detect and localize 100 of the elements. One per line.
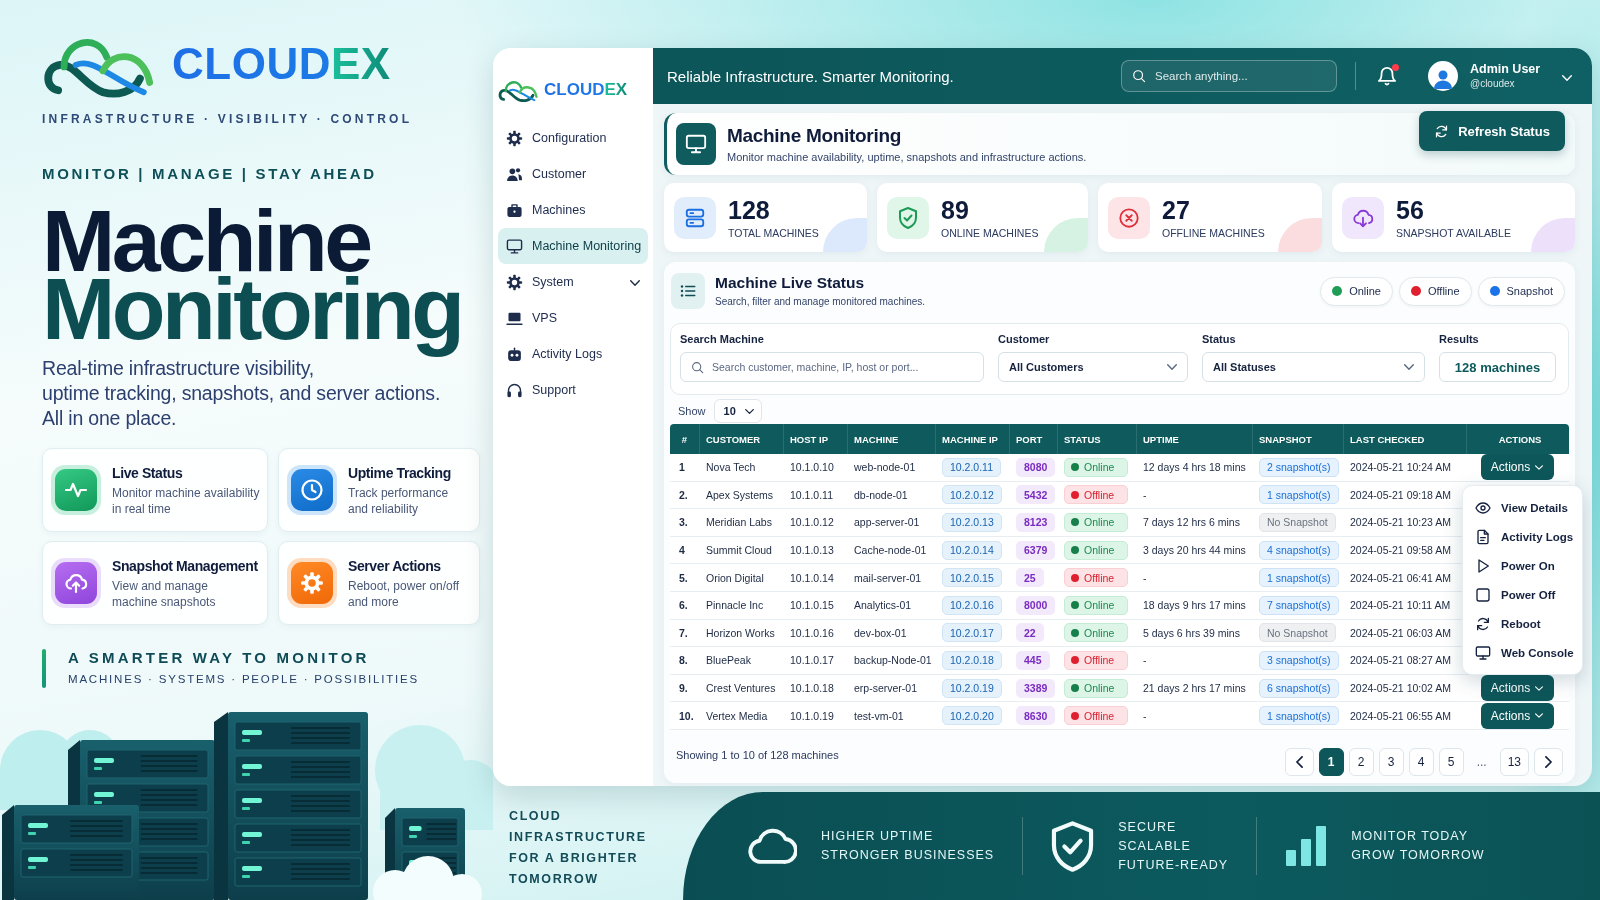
menu-item[interactable]: View Details (1463, 493, 1582, 522)
menu-item[interactable]: Reboot (1463, 609, 1582, 638)
menu-item[interactable]: Activity Logs (1463, 522, 1582, 551)
status-text: Online (1084, 599, 1115, 612)
page-button[interactable]: 3 (1378, 747, 1404, 776)
nav-item[interactable]: Machine Monitoring (498, 228, 648, 264)
header-tagline: Reliable Infrastructure. Smarter Monitoring. (667, 67, 954, 85)
snapshot-tag: 2 snapshot(s) (1259, 457, 1339, 477)
search-field[interactable]: Search customer, machine, IP, host or port... (680, 352, 984, 382)
previous-page-button[interactable] (1284, 747, 1314, 776)
user-handle: @cloudex (1470, 77, 1515, 90)
page-button[interactable]: 13 (1499, 747, 1529, 776)
people-icon (506, 165, 523, 183)
page-title: Machine Monitoring (727, 124, 902, 147)
page-size-dropdown[interactable]: 10 (713, 399, 762, 423)
square-icon (1475, 586, 1491, 603)
table-cell-text: 10.1.0.16 (789, 625, 835, 641)
band-text: SECURE SCALABLE FUTURE-READY (1118, 818, 1229, 874)
port-tag: 8000 (1016, 595, 1056, 615)
status-dot-icon (1071, 573, 1079, 582)
column-header: ACTIONS (1497, 432, 1543, 447)
status-text: Online (1084, 461, 1115, 474)
robot-icon (506, 345, 523, 363)
table-cell-text: - (1142, 708, 1148, 724)
nav-item[interactable]: VPS (498, 300, 648, 336)
table-cell-text: 8. (678, 653, 689, 669)
ip-address-tag: 10.2.0.11 (942, 457, 1001, 477)
ip-address-tag: 10.2.0.13 (942, 513, 1002, 532)
page-button[interactable]: 5 (1438, 747, 1464, 776)
chevron-down-icon (1562, 75, 1572, 81)
status-text: Offline (1084, 654, 1115, 667)
port-tag: 22 (1016, 623, 1044, 643)
table-cell-text: 2024-05-21 06:41 AM (1349, 570, 1452, 586)
actions-button[interactable]: Actions (1480, 675, 1554, 702)
gear-icon (287, 558, 337, 608)
table-cell-text: 5. (678, 570, 689, 586)
monitor-icon (1475, 644, 1491, 661)
ip-address-tag: 10.2.0.15 (942, 568, 1002, 588)
snapshot-tag: 1 snapshot(s) (1259, 706, 1339, 726)
table-cell-text: 10. (678, 708, 695, 724)
brand-tagline: INFRASTRUCTURE · VISIBILITY · CONTROL (42, 112, 413, 126)
nav-item[interactable]: Activity Logs (498, 336, 648, 372)
table-cell-text: 10.1.0.18 (789, 681, 835, 697)
actions-button[interactable]: Actions (1480, 702, 1554, 729)
filter-label: Status (1202, 332, 1236, 346)
ip-address-tag: 10.2.0.14 (942, 540, 1002, 560)
menu-item[interactable]: Power On (1463, 551, 1582, 580)
refresh-status-button[interactable]: Refresh Status (1419, 111, 1565, 151)
menu-item[interactable]: Power Off (1463, 580, 1582, 609)
status-text: Online (1084, 516, 1115, 529)
bell-icon[interactable] (1378, 66, 1396, 86)
stat-label: ONLINE MACHINES (941, 226, 1039, 240)
status-dot-icon (1071, 518, 1079, 527)
status-dot-icon (1071, 546, 1079, 555)
section-subtitle: MACHINES · SYSTEMS · PEOPLE · POSSIBILITIES (68, 672, 419, 686)
chevron-down-icon (1535, 685, 1544, 691)
table-cell-text: test-vm-01 (853, 708, 905, 724)
cloud-upload-icon (51, 558, 101, 608)
cloud-download-icon (1342, 196, 1384, 239)
customer-dropdown[interactable]: All Customers (998, 352, 1188, 382)
nav-item[interactable]: System (498, 264, 648, 300)
port-tag: 3389 (1016, 678, 1056, 698)
nav-item[interactable]: Machines (498, 192, 648, 228)
search-icon (1132, 69, 1146, 83)
user-avatar-icon[interactable] (1428, 61, 1458, 91)
next-page-button[interactable] (1534, 747, 1563, 776)
clock-icon (287, 465, 337, 515)
nav-item[interactable]: Customer (498, 156, 648, 192)
status-dot-icon (1071, 711, 1079, 720)
page-button[interactable]: 4 (1408, 747, 1434, 776)
table-cell-text: 10.1.0.11 (789, 487, 834, 503)
nav-item[interactable]: Configuration (498, 120, 648, 156)
actions-button[interactable]: Actions (1480, 454, 1554, 481)
table-cell-text: 2024-05-21 08:27 AM (1349, 653, 1452, 669)
page-button[interactable]: 1 (1318, 747, 1344, 776)
ip-address-tag: 10.2.0.12 (942, 485, 1002, 505)
feature-description: Reboot, power on/off and more (348, 577, 460, 610)
nav-item[interactable]: Support (498, 372, 648, 408)
page-button[interactable]: 2 (1348, 747, 1374, 776)
table-cell-text: Orion Digital (705, 570, 765, 586)
corner-decoration (1278, 218, 1322, 252)
results-count: 128 machines (1439, 352, 1556, 382)
ip-address-tag: 10.2.0.20 (942, 706, 1002, 726)
gear-icon (506, 129, 523, 147)
port-tag: 25 (1016, 568, 1044, 588)
status-dot-icon (1071, 601, 1079, 610)
snapshot-tag: No Snapshot (1259, 623, 1336, 643)
table-cell-text: 12 days 4 hrs 18 mins (1142, 460, 1247, 476)
table-cell-text: Cache-node-01 (853, 543, 928, 559)
table-cell-text: 21 days 2 hrs 17 mins (1142, 681, 1247, 697)
status-dropdown[interactable]: All Statuses (1202, 352, 1425, 382)
legend-label: Snapshot (1506, 285, 1553, 297)
menu-item[interactable]: Web Console (1463, 638, 1582, 667)
corner-decoration (823, 218, 867, 252)
chevron-down-icon (1535, 713, 1544, 719)
ip-address-tag: 10.2.0.19 (942, 678, 1002, 698)
corner-decoration (1531, 218, 1575, 252)
panel-title: Machine Live Status (715, 273, 864, 293)
table-cell-text: - (1142, 653, 1148, 669)
page-size-label: Show (678, 405, 706, 417)
